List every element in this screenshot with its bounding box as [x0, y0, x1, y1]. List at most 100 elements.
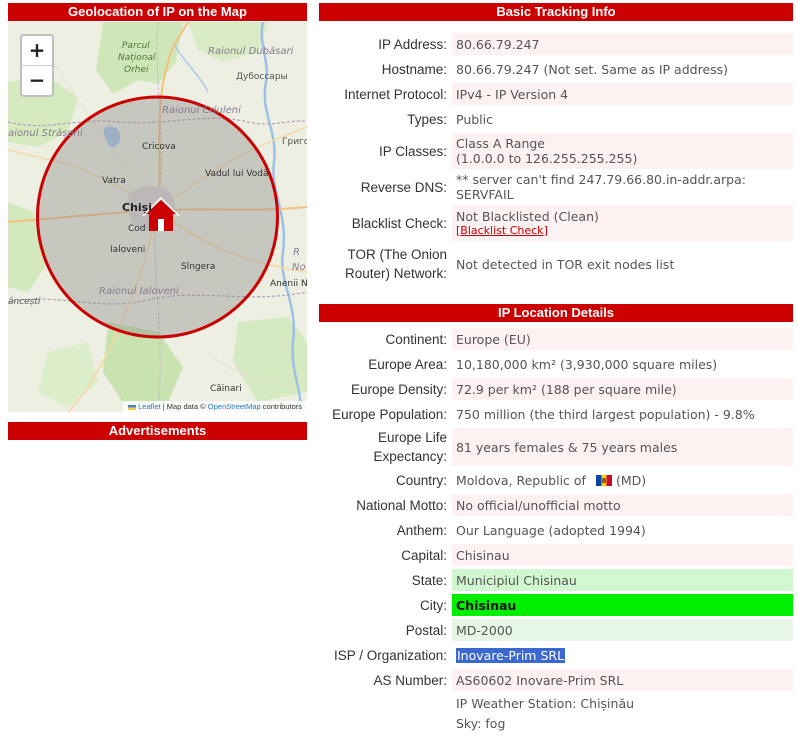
- row-label: [319, 694, 452, 734]
- row-label: Postal:: [405, 622, 447, 638]
- blacklist-status: Not Blacklisted (Clean): [456, 209, 599, 224]
- tor-value: Not detected in TOR exit nodes list: [456, 256, 675, 272]
- zoom-out-button[interactable]: −: [22, 65, 52, 95]
- capital-value: Chisinau: [452, 544, 793, 566]
- map-label-national: Național: [118, 53, 156, 63]
- table-row: AS Number: AS60602 Inovare-Prim SRL: [319, 669, 793, 691]
- moldova-flag-icon: [595, 474, 612, 486]
- blacklist-check-link[interactable]: Blacklist Check: [460, 224, 543, 237]
- map-attribution: Leaflet | Map data © OpenStreetMap contr…: [123, 401, 307, 412]
- table-row: Europe Density: 72.9 per km² (188 per sq…: [319, 378, 793, 400]
- reverse-dns-value: ** server can't find 247.79.66.80.in-add…: [456, 172, 746, 202]
- types-value: Public: [456, 111, 493, 127]
- ip-location-title: IP Location Details: [319, 304, 793, 322]
- row-label: Europe Life Expectancy:: [373, 430, 447, 464]
- table-row: National Motto: No official/unofficial m…: [319, 494, 793, 516]
- map-label-parcul: Parcul: [122, 41, 150, 51]
- row-label: State:: [411, 572, 447, 588]
- as-number-value: AS60602 Inovare-Prim SRL: [452, 669, 793, 691]
- state-value: Municipiul Chisinau: [452, 569, 793, 591]
- row-label: Blacklist Check:: [351, 215, 447, 231]
- weather-station: IP Weather Station: Chișinău: [456, 696, 635, 711]
- row-label: ISP / Organization:: [333, 647, 447, 663]
- ip-class-span: (1.0.0.0 to 126.255.255.255): [456, 151, 638, 166]
- map-label-ialoveni: Ialoveni: [110, 245, 145, 255]
- postal-value: MD-2000: [452, 619, 793, 641]
- country-name: Moldova, Republic of: [456, 472, 586, 488]
- table-row: IP Classes: Class A Range (1.0.0.0 to 12…: [319, 133, 793, 169]
- table-row: Internet Protocol: IPv4 - IP Version 4: [319, 83, 793, 105]
- map-section-title: Geolocation of IP on the Map: [8, 3, 307, 21]
- bracket-close: ]: [543, 224, 548, 237]
- map-label-anenii: Anenii N: [270, 279, 307, 289]
- row-label: AS Number:: [373, 672, 447, 688]
- row-label: Internet Protocol:: [344, 86, 447, 102]
- openstreetmap-link[interactable]: OpenStreetMap: [208, 402, 261, 411]
- city-value: Chisinau: [452, 594, 793, 616]
- ukraine-flag-icon: [128, 404, 137, 410]
- table-row: IP Address: 80.66.79.247: [319, 33, 793, 55]
- isp-value: Inovare-Prim SRL: [452, 644, 793, 666]
- country-value: Moldova, Republic of (MD): [452, 469, 793, 491]
- zoom-in-button[interactable]: +: [22, 36, 52, 65]
- advertisements-title: Advertisements: [8, 422, 307, 440]
- row-label: Europe Population:: [332, 406, 447, 422]
- row-label: Capital:: [401, 547, 447, 563]
- table-row: Europe Population: 750 million (the thir…: [319, 403, 793, 425]
- table-row: Reverse DNS: ** server can't find 247.79…: [319, 172, 793, 202]
- life-expectancy-value: 81 years females & 75 years males: [452, 428, 793, 466]
- geolocation-map[interactable]: Parcul Național Orhei Raionul Dubăsari Д…: [8, 22, 307, 412]
- table-row: Blacklist Check: Not Blacklisted (Clean)…: [319, 205, 793, 241]
- map-label-dubossary: Дубоссары: [236, 72, 288, 82]
- row-label: Types:: [407, 111, 447, 127]
- map-label-cricova: Cricova: [142, 142, 176, 152]
- table-row: Capital: Chisinau: [319, 544, 793, 566]
- country-code: (MD): [615, 472, 647, 488]
- table-row: State: Municipiul Chisinau: [319, 569, 793, 591]
- weather-sky: Sky: fog: [456, 716, 506, 731]
- row-label: Continent:: [385, 331, 447, 347]
- row-label: Europe Area:: [368, 356, 447, 372]
- basic-tracking-title: Basic Tracking Info: [319, 3, 793, 21]
- row-label: IP Classes:: [378, 143, 447, 159]
- map-label-raionul-ialoveni: Raionul Ialoveni: [99, 286, 179, 297]
- map-label-singera: Sîngera: [181, 262, 215, 272]
- ip-class-range: Class A Range: [456, 136, 546, 151]
- protocol-value: IPv4 - IP Version 4: [452, 83, 793, 105]
- zoom-control: + −: [20, 34, 54, 97]
- row-label: Europe Density:: [350, 381, 447, 397]
- table-row: City: Chisinau: [319, 594, 793, 616]
- map-label-cainari: Căinari: [210, 384, 242, 394]
- isp-name[interactable]: Inovare-Prim SRL: [456, 647, 566, 663]
- map-label-raionul-dubasari: Raionul Dubăsari: [208, 46, 294, 57]
- attribution-separator: | Map data ©: [160, 402, 208, 411]
- map-label-grigoriopol: Григо: [282, 137, 307, 147]
- table-row: Hostname: 80.66.79.247 (Not set. Same as…: [319, 58, 793, 80]
- blacklist-value: Not Blacklisted (Clean) [Blacklist Check…: [452, 205, 793, 241]
- motto-value: No official/unofficial motto: [452, 494, 793, 516]
- table-row: Continent: Europe (EU): [319, 328, 793, 350]
- map-label-raionul-r: R: [293, 247, 300, 258]
- row-label: City:: [420, 597, 447, 613]
- anthem-value: Our Language (adopted 1994): [456, 522, 646, 538]
- map-label-chisinau: Chiși: [122, 201, 152, 214]
- map-label-raionul-straseni: aionul Strășeni: [8, 128, 83, 139]
- table-row: Europe Life Expectancy: 81 years females…: [319, 428, 793, 466]
- basic-tracking-table: IP Address: 80.66.79.247 Hostname: 80.66…: [319, 30, 793, 287]
- row-label: TOR (The Onion Router) Network:: [344, 247, 447, 281]
- table-row: Anthem: Our Language (adopted 1994): [319, 519, 793, 541]
- table-row: IP Weather Station: Chișinău Sky: fog: [319, 694, 793, 734]
- map-label-codru: Cod: [128, 224, 146, 234]
- row-label: Hostname:: [381, 61, 447, 77]
- attribution-suffix: contributors: [260, 402, 302, 411]
- map-label-raionul-criuleni: Raionul Criuleni: [162, 105, 241, 116]
- map-label-vadul-lui-voda: Vadul lui Vodă: [205, 169, 269, 179]
- ip-classes-value: Class A Range (1.0.0.0 to 126.255.255.25…: [452, 133, 793, 169]
- leaflet-link[interactable]: Leaflet: [138, 402, 161, 411]
- row-label: National Motto:: [356, 497, 447, 513]
- table-row: Country: Moldova, Republic of (MD): [319, 469, 793, 491]
- row-label: Anthem:: [396, 522, 447, 538]
- map-label-vatra: Vatra: [102, 176, 126, 186]
- weather-value: IP Weather Station: Chișinău Sky: fog: [452, 694, 793, 734]
- map-label-hancesti: âncești: [8, 297, 41, 307]
